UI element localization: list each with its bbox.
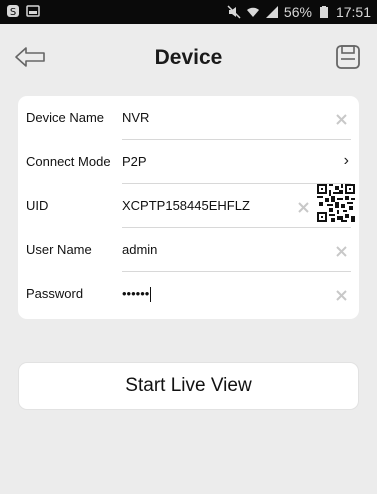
app-notification-icon: S	[6, 4, 20, 18]
uid-field[interactable]: XCPTP158445EHFLZ	[122, 198, 250, 213]
mute-icon	[227, 5, 241, 19]
top-nav: Device	[0, 24, 377, 90]
uid-label: UID	[26, 198, 49, 213]
qr-code-icon[interactable]	[317, 184, 355, 222]
save-icon[interactable]	[335, 44, 361, 70]
user-name-field[interactable]: admin	[122, 242, 157, 257]
status-bar: S 56% 17:51	[0, 0, 377, 24]
connect-mode-label: Connect Mode	[26, 154, 111, 169]
device-name-label: Device Name	[26, 110, 105, 125]
user-name-row[interactable]: User Name admin	[18, 228, 359, 272]
password-field[interactable]: ••••••	[122, 286, 152, 303]
clear-icon[interactable]	[298, 200, 309, 213]
device-name-field[interactable]: NVR	[122, 110, 149, 125]
password-row[interactable]: Password ••••••	[18, 272, 359, 316]
wifi-icon	[246, 5, 260, 19]
clear-icon[interactable]	[336, 288, 347, 301]
battery-icon	[317, 5, 331, 19]
battery-percent: 56%	[283, 4, 312, 20]
svg-text:S: S	[10, 7, 16, 18]
start-live-view-button[interactable]: Start Live View	[18, 362, 359, 410]
page-title: Device	[154, 46, 223, 69]
user-name-label: User Name	[26, 242, 92, 257]
device-form-card: Device Name NVR Connect Mode P2P › UID X…	[18, 96, 359, 319]
signal-icon	[265, 5, 279, 19]
uid-row[interactable]: UID XCPTP158445EHFLZ	[18, 184, 359, 228]
password-label: Password	[26, 286, 84, 301]
image-notification-icon	[26, 4, 40, 18]
clear-icon[interactable]	[336, 112, 347, 125]
clock: 17:51	[335, 4, 371, 20]
text-cursor	[150, 287, 152, 303]
connect-mode-row[interactable]: Connect Mode P2P ›	[18, 140, 359, 184]
clear-icon[interactable]	[336, 244, 347, 257]
password-value: ••••••	[122, 286, 150, 301]
chevron-right-icon[interactable]: ›	[344, 152, 349, 170]
device-name-row[interactable]: Device Name NVR	[18, 96, 359, 140]
connect-mode-select[interactable]: P2P	[122, 154, 147, 169]
